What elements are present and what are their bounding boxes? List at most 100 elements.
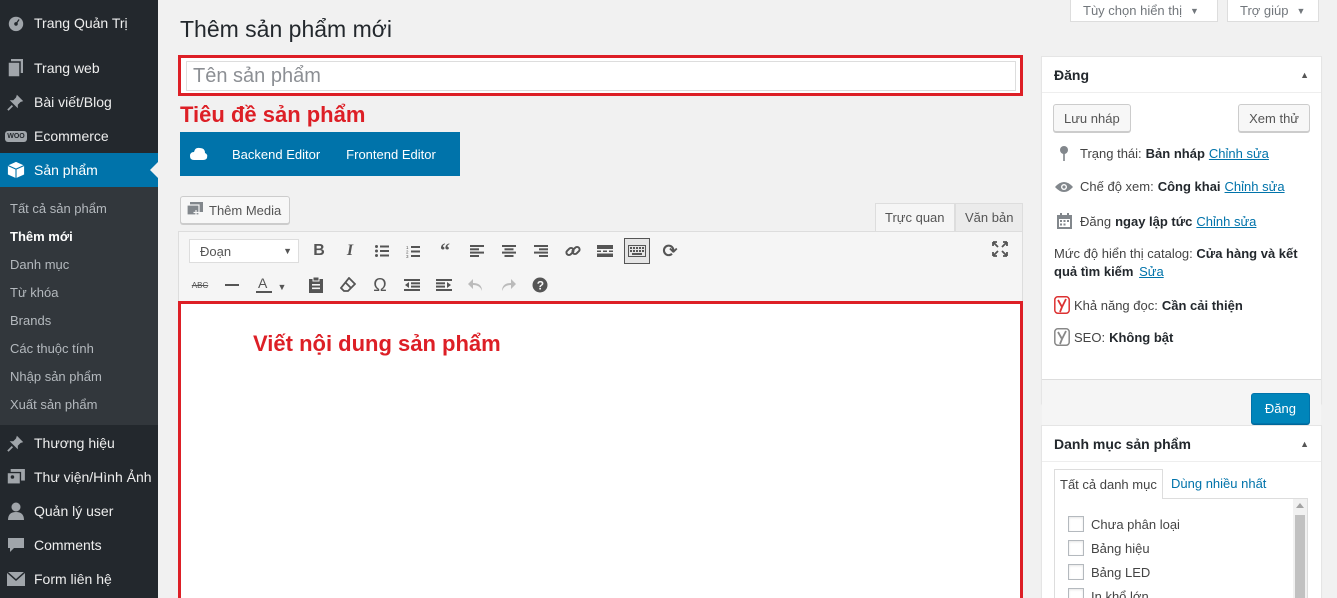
- blockquote-icon[interactable]: “: [432, 238, 458, 264]
- fullscreen-icon[interactable]: [987, 236, 1013, 262]
- sidebar-item-comments[interactable]: Comments: [0, 528, 158, 562]
- undo-icon[interactable]: [463, 272, 489, 298]
- outdent-icon[interactable]: [399, 272, 425, 298]
- preview-button[interactable]: Xem thử: [1238, 104, 1310, 132]
- bold-icon[interactable]: B: [306, 238, 332, 264]
- indent-icon[interactable]: [431, 272, 457, 298]
- clear-formatting-icon[interactable]: [335, 272, 361, 298]
- caret-down-icon: ▼: [1296, 5, 1306, 16]
- sidebar-item-label: Thương hiệu: [34, 435, 115, 451]
- horizontal-line-icon[interactable]: [219, 272, 245, 298]
- yoast-seo-icon: [1054, 328, 1070, 346]
- category-checkbox[interactable]: [1068, 564, 1084, 580]
- category-checkbox[interactable]: [1068, 540, 1084, 556]
- scrollbar-thumb[interactable]: [1295, 515, 1305, 598]
- publish-button[interactable]: Đăng: [1250, 393, 1310, 424]
- sidebar-item-brands[interactable]: Thương hiệu: [0, 426, 158, 460]
- tab-visual[interactable]: Trực quan: [875, 203, 955, 231]
- sidebar-item-dashboard[interactable]: Trang Quản Trị: [0, 6, 158, 40]
- numbered-list-icon[interactable]: 123: [400, 238, 426, 264]
- sidebar-item-pages[interactable]: Trang web: [0, 51, 158, 85]
- seo-row: SEO: Không bật: [1054, 328, 1173, 346]
- dashboard-icon: [6, 13, 26, 33]
- categories-box-title: Danh mục sản phẩm: [1054, 435, 1191, 452]
- bullet-list-icon[interactable]: [369, 238, 395, 264]
- screen-options-button[interactable]: Tùy chọn hiển thị ▼: [1070, 0, 1218, 22]
- add-media-button[interactable]: Thêm Media: [180, 196, 291, 224]
- scroll-up-arrow-icon[interactable]: [1296, 503, 1304, 508]
- help-icon[interactable]: ?: [527, 272, 553, 298]
- page-title: Thêm sản phẩm mới: [180, 16, 392, 42]
- submenu-tags[interactable]: Từ khóa: [10, 285, 58, 300]
- sidebar-item-products[interactable]: Sản phẩm: [0, 153, 158, 187]
- product-box-icon: [6, 160, 26, 180]
- sidebar-item-label: Trang web: [34, 60, 100, 76]
- submenu-add-new[interactable]: Thêm mới: [10, 229, 73, 244]
- category-item[interactable]: Bảng hiệu: [1068, 540, 1150, 556]
- category-checkbox[interactable]: [1068, 516, 1084, 532]
- product-title-input[interactable]: [186, 61, 1016, 91]
- sidebar-item-users[interactable]: Quản lý user: [0, 494, 158, 528]
- caret-down-icon[interactable]: ▼: [275, 274, 289, 300]
- category-checkbox[interactable]: [1068, 588, 1084, 598]
- frontend-editor-button[interactable]: Frontend Editor: [346, 147, 436, 162]
- redo-icon[interactable]: [495, 272, 521, 298]
- edit-catalog-link[interactable]: Sửa: [1139, 264, 1164, 279]
- edit-schedule-link[interactable]: Chỉnh sửa: [1196, 214, 1256, 229]
- woo-icon: WOO: [5, 130, 27, 142]
- toolbar-toggle-icon[interactable]: [624, 238, 650, 264]
- content-editor-area[interactable]: Viết nội dung sản phẩm: [178, 301, 1023, 598]
- submenu-brands[interactable]: Brands: [10, 313, 51, 328]
- pin-icon: [1054, 145, 1074, 161]
- svg-text:3: 3: [406, 254, 409, 258]
- align-right-icon[interactable]: [528, 238, 554, 264]
- collapse-triangle-icon[interactable]: ▲: [1300, 70, 1309, 80]
- user-icon: [6, 501, 26, 521]
- sidebar-item-ecommerce[interactable]: WOO Ecommerce: [0, 119, 158, 153]
- pages-icon: [6, 58, 26, 78]
- tab-most-used-categories[interactable]: Dùng nhiều nhất: [1166, 469, 1271, 498]
- save-draft-button[interactable]: Lưu nháp: [1053, 104, 1131, 132]
- products-submenu: Tất cả sản phẩm Thêm mới Danh mục Từ khó…: [0, 187, 158, 425]
- submenu-export[interactable]: Xuất sản phẩm: [10, 397, 97, 412]
- submenu-all-products[interactable]: Tất cả sản phẩm: [10, 201, 107, 216]
- help-label: Trợ giúp: [1240, 3, 1289, 18]
- tab-all-categories[interactable]: Tất cả danh mục: [1054, 469, 1163, 499]
- strikethrough-icon[interactable]: ABC: [187, 272, 213, 298]
- category-checklist: Chưa phân loại Bảng hiệu Bảng LED In khổ…: [1054, 498, 1308, 598]
- help-button[interactable]: Trợ giúp ▼: [1227, 0, 1319, 22]
- category-item[interactable]: In khổ lớn: [1068, 588, 1149, 598]
- read-more-icon[interactable]: [592, 238, 618, 264]
- catalog-visibility-row: Mức độ hiển thị catalog: Cửa hàng và kết…: [1054, 246, 1298, 279]
- text-color-icon[interactable]: A: [251, 272, 277, 298]
- edit-visibility-link[interactable]: Chỉnh sửa: [1225, 179, 1285, 194]
- format-select-value: Đoạn: [200, 243, 232, 259]
- submenu-attributes[interactable]: Các thuộc tính: [10, 341, 94, 356]
- align-left-icon[interactable]: [464, 238, 490, 264]
- paste-text-icon[interactable]: [303, 272, 329, 298]
- pin-icon: [6, 92, 26, 112]
- readability-row: Khả năng đọc: Cần cải thiện: [1054, 296, 1243, 314]
- format-select[interactable]: Đoạn ▼: [189, 239, 299, 263]
- align-center-icon[interactable]: [496, 238, 522, 264]
- category-item[interactable]: Chưa phân loại: [1068, 516, 1180, 532]
- categories-box-header[interactable]: Danh mục sản phẩm ▲: [1042, 426, 1321, 462]
- svg-text:?: ?: [537, 279, 544, 293]
- publish-box-header[interactable]: Đăng ▲: [1042, 57, 1321, 93]
- submenu-import[interactable]: Nhập sản phẩm: [10, 369, 102, 384]
- submenu-categories[interactable]: Danh mục: [10, 257, 69, 272]
- sidebar-item-contact-form[interactable]: Form liên hệ: [0, 562, 158, 596]
- italic-icon[interactable]: I: [337, 238, 363, 264]
- link-icon[interactable]: [560, 238, 586, 264]
- category-list-scrollbar[interactable]: [1293, 499, 1307, 598]
- backend-editor-button[interactable]: Backend Editor: [232, 147, 320, 162]
- sidebar-item-media[interactable]: Thư viện/Hình Ảnh: [0, 460, 158, 494]
- collapse-triangle-icon[interactable]: ▲: [1300, 439, 1309, 449]
- refresh-icon[interactable]: ⟳: [657, 238, 683, 264]
- sidebar-item-posts[interactable]: Bài viết/Blog: [0, 85, 158, 119]
- edit-status-link[interactable]: Chỉnh sửa: [1209, 146, 1269, 161]
- sidebar-item-label: Quản lý user: [34, 503, 114, 519]
- special-character-icon[interactable]: Ω: [367, 272, 393, 298]
- category-item[interactable]: Bảng LED: [1068, 564, 1150, 580]
- tab-text[interactable]: Văn bản: [955, 203, 1024, 231]
